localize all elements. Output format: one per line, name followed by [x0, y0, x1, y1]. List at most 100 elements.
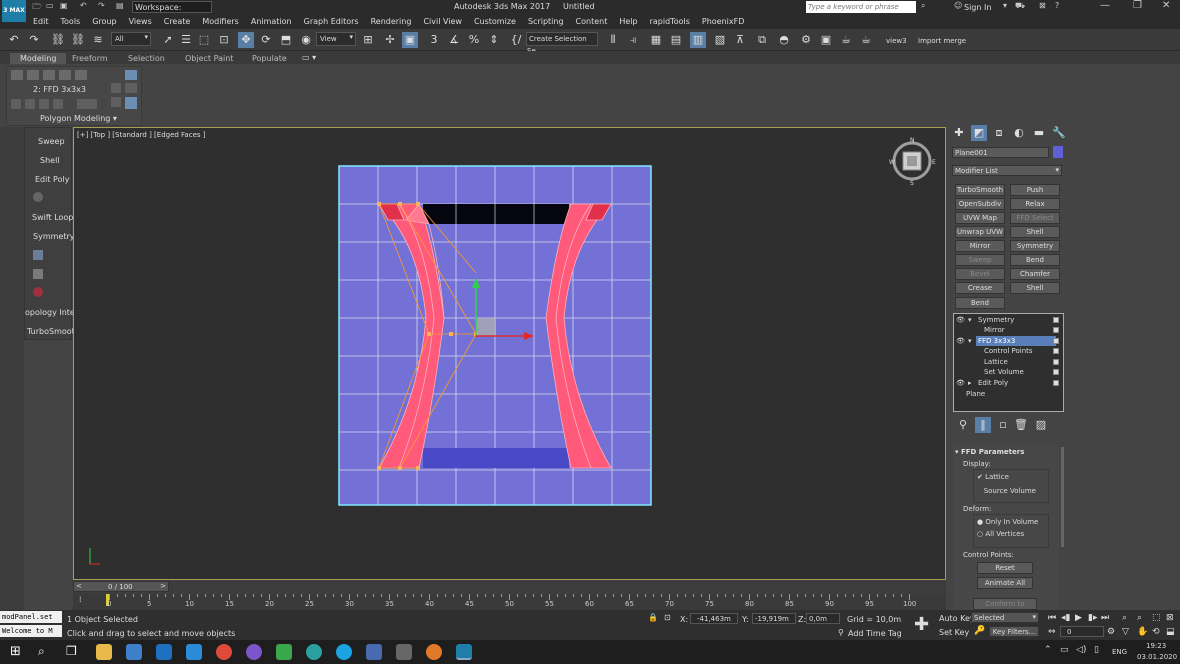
render-setup-icon[interactable]: ⚙	[798, 32, 814, 48]
ribbon-side-icon-4[interactable]	[111, 97, 121, 107]
cart-icon[interactable]: ⛟	[1015, 1, 1025, 11]
source-volume-checkbox[interactable]: Source Volume	[977, 487, 1036, 495]
menu-animation[interactable]: Animation	[245, 15, 298, 29]
app-logo[interactable]: 3 MAX	[2, 0, 26, 22]
unlink-icon[interactable]: ⛓	[70, 32, 86, 48]
symmetry-button[interactable]: Symmetry	[1010, 240, 1060, 252]
desktop-app-icon[interactable]	[126, 644, 142, 660]
bend-button-2[interactable]: Bend	[955, 297, 1005, 309]
eye-icon[interactable]: 👁	[956, 336, 965, 346]
view3-button[interactable]: view3	[886, 37, 907, 45]
windows-start-icon[interactable]: ⊞	[10, 644, 21, 659]
viewport-top[interactable]: [+] [Top ] [Standard ] [Edged Faces ] N …	[73, 127, 946, 580]
close-icon[interactable]: ✕	[1162, 0, 1170, 11]
save-app-icon[interactable]	[366, 644, 382, 660]
stack-item-ffd[interactable]: 👁 ▾ FFD 3x3x3	[954, 336, 1063, 346]
key-mode-icon[interactable]: ⇔	[1048, 627, 1056, 637]
rollout-title[interactable]: ▾ FFD Parameters	[955, 448, 1024, 456]
absolute-mode-icon[interactable]: ⊡	[664, 613, 671, 622]
viewport-canvas[interactable]: N S W E	[74, 128, 945, 579]
render-frame-icon[interactable]: ▣	[818, 32, 834, 48]
lattice-checkbox[interactable]: ✔ Lattice	[977, 473, 1009, 481]
all-vertices-radio[interactable]: ○ All Vertices	[977, 530, 1024, 538]
remove-modifier-icon[interactable]	[53, 99, 63, 109]
stack-item-edit-poly[interactable]: 👁 ▸ Edit Poly	[954, 378, 1063, 388]
only-in-volume-radio[interactable]: ● Only In Volume	[977, 518, 1038, 526]
schematic-view-icon[interactable]: ⧉	[754, 32, 770, 48]
skype-icon[interactable]	[336, 644, 352, 660]
app-icon-teal[interactable]	[306, 644, 322, 660]
menu-customize[interactable]: Customize	[468, 15, 522, 29]
mirror-icon[interactable]: ⫴	[605, 32, 621, 48]
render-iterative-icon[interactable]: ☕	[858, 32, 874, 48]
z-coordinate-field[interactable]: 0,0m	[806, 613, 840, 624]
layer-explorer-icon[interactable]: ▤	[668, 32, 684, 48]
crease-button[interactable]: Crease	[955, 282, 1005, 294]
3dsmax-taskbar-icon[interactable]	[456, 644, 472, 660]
select-manipulate-icon[interactable]: ✢	[382, 32, 398, 48]
stack-item-control-points[interactable]: Control Points	[954, 346, 1063, 356]
add-time-tag-button[interactable]: Add Time Tag	[848, 629, 902, 638]
previous-frame-icon[interactable]: ◂▮	[1061, 613, 1070, 623]
undo-icon[interactable]: ↶	[80, 1, 87, 10]
redo-icon[interactable]: ↷	[26, 32, 42, 48]
place-icon[interactable]: ◉	[298, 32, 314, 48]
link-icon[interactable]: ⛓	[50, 32, 66, 48]
eye-icon[interactable]: 👁	[956, 378, 965, 388]
expand-arrow-icon[interactable]: ▸	[968, 378, 972, 388]
swift-loop-button[interactable]: Swift Loop	[32, 213, 73, 222]
outlook-icon[interactable]	[156, 644, 172, 660]
object-name-field[interactable]: Plane001	[952, 147, 1049, 158]
rollout-scrollbar[interactable]	[1061, 447, 1064, 547]
select-by-name-icon[interactable]: ☰	[178, 32, 194, 48]
play-icon[interactable]: ▶	[1075, 613, 1082, 623]
chevron-down-icon[interactable]: ▾	[1003, 1, 1007, 10]
current-frame-field[interactable]: 0	[1060, 626, 1104, 637]
angle-snap-icon[interactable]: ∡	[446, 32, 462, 48]
toggle-box[interactable]	[1053, 369, 1059, 375]
bevel-button[interactable]: Bevel	[955, 268, 1005, 280]
key-icon[interactable]: 🔑	[974, 626, 985, 636]
pivot-center-icon[interactable]: ⊞	[360, 32, 376, 48]
tool-icon-2[interactable]	[33, 269, 43, 279]
scene-explorer-icon[interactable]: ▦	[648, 32, 664, 48]
menu-rapidtools[interactable]: rapidTools	[644, 15, 696, 29]
reset-button[interactable]: Reset	[977, 562, 1033, 574]
track-bar-icon[interactable]: ⁞	[79, 595, 82, 604]
close-app-icon[interactable]: ⊠	[1039, 1, 1046, 10]
viber-icon[interactable]	[246, 644, 262, 660]
ribbon-side-icon-3[interactable]	[125, 83, 137, 93]
search-icon[interactable]: ⌕	[921, 1, 925, 11]
align-icon[interactable]: ⫣	[625, 32, 641, 48]
maxscript-line-1[interactable]: modPanel.set	[0, 611, 62, 623]
clock-time[interactable]: 19:23	[1146, 642, 1166, 650]
named-selection-dropdown[interactable]: Create Selection Se	[526, 32, 598, 55]
toggle-box[interactable]	[1053, 338, 1059, 344]
app-icon-gray[interactable]	[396, 644, 412, 660]
render-icon[interactable]: ☕	[838, 32, 854, 48]
expand-arrow-icon[interactable]: ▾	[968, 336, 972, 346]
make-unique-icon[interactable]	[39, 99, 49, 109]
modify-tab-icon[interactable]: ◩	[971, 125, 987, 141]
user-icon[interactable]: ☺	[954, 1, 962, 10]
workspace-dropdown[interactable]: Workspace: Default	[132, 1, 212, 23]
turbosmooth-button[interactable]: TurboSmooth	[27, 327, 80, 336]
volume-icon[interactable]: ◁)	[1076, 645, 1086, 655]
time-slider[interactable]: < 0 / 100 >	[73, 581, 169, 592]
modifier-stack[interactable]: 👁 ▾ Symmetry Mirror 👁 ▾ FFD 3x3x3 Contro…	[953, 313, 1064, 412]
rectangular-selection-icon[interactable]: ⬚	[196, 32, 212, 48]
window-crossing-icon[interactable]: ⊡	[216, 32, 232, 48]
push-button[interactable]: Push	[1010, 184, 1060, 196]
configure-sets-icon[interactable]	[77, 99, 97, 109]
stack-item-lattice[interactable]: Lattice	[954, 357, 1063, 367]
tab-freeform[interactable]: Freeform	[72, 54, 108, 63]
tray-chevron-icon[interactable]: ⌃	[1044, 645, 1052, 655]
turbosmooth-button[interactable]: TurboSmooth	[955, 184, 1005, 196]
help-icon[interactable]: ?	[1055, 1, 1059, 10]
set-key-button[interactable]: Set Key	[939, 628, 969, 637]
open-icon[interactable]: 🗁	[32, 1, 42, 15]
go-to-end-icon[interactable]: ⏭	[1101, 613, 1109, 623]
key-filters-button[interactable]: Key Filters...	[989, 626, 1039, 637]
app-icon-blue[interactable]	[186, 644, 202, 660]
menu-modifiers[interactable]: Modifiers	[196, 15, 245, 29]
